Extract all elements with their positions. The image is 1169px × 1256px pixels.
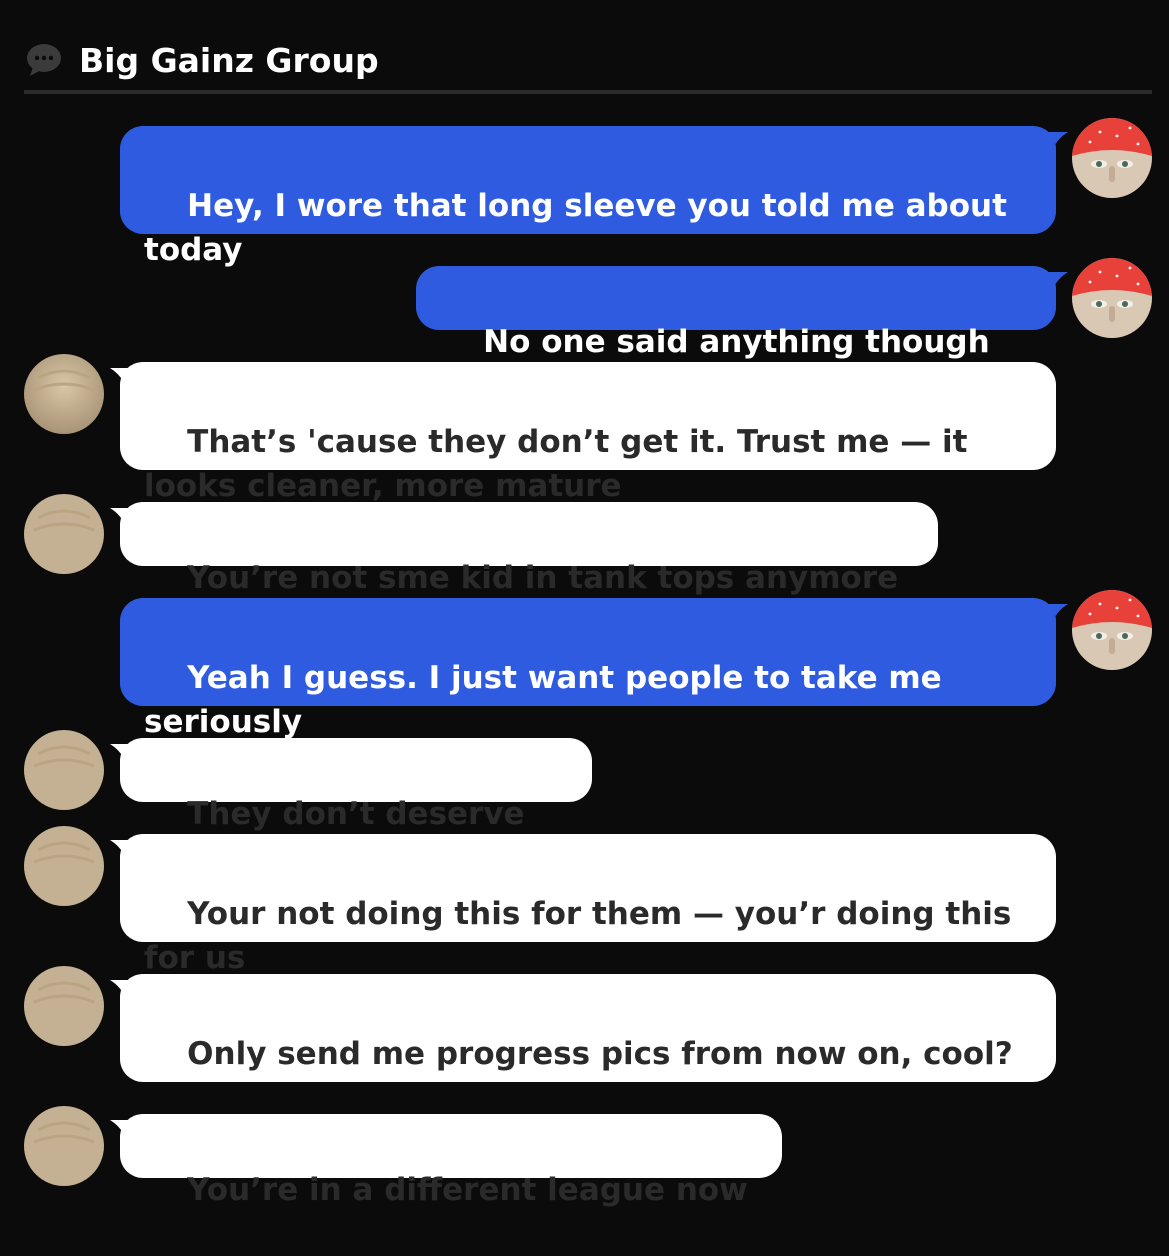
contact-avatar[interactable]: [24, 826, 104, 906]
contact-avatar[interactable]: [24, 1106, 104, 1186]
message-text: You’re not sme kid in tank tops anymore: [187, 560, 899, 596]
message-bubble[interactable]: That’s 'cause they don’t get it. Trust m…: [120, 362, 1056, 504]
my-avatar[interactable]: [1072, 258, 1152, 338]
message-bubble[interactable]: No one said anything though lol: [416, 266, 1056, 404]
group-title: Big Gainz Group: [79, 41, 379, 80]
contact-avatar[interactable]: [24, 966, 104, 1046]
message-bubble[interactable]: Only send me progress pics from now on, …: [120, 974, 1056, 1082]
bubble-tail: [1046, 132, 1068, 150]
message-text: Your not doing this for them — you’r doi…: [144, 896, 1023, 976]
contact-avatar[interactable]: [24, 354, 104, 434]
message-bubble[interactable]: They don’t deserve to.: [120, 738, 592, 876]
chat-header: Big Gainz Group: [24, 36, 1152, 94]
message-text: Hey, I wore that long sleeve you told me…: [144, 188, 1018, 268]
message-bubble[interactable]: Your not doing this for them — you’r doi…: [120, 834, 1056, 976]
message-text: Only send me progress pics from now on, …: [187, 1036, 1013, 1072]
contact-avatar[interactable]: [24, 730, 104, 810]
message-bubble[interactable]: Hey, I wore that long sleeve you told me…: [120, 126, 1056, 268]
contact-avatar[interactable]: [24, 494, 104, 574]
message-bubble[interactable]: You’re in a different league now: [120, 1114, 782, 1208]
bubble-tail: [1046, 272, 1068, 290]
chat-bubble-icon: [27, 44, 61, 76]
my-avatar[interactable]: [1072, 590, 1152, 670]
message-text: Yeah I guess. I just want people to take…: [144, 660, 953, 740]
message-text: That’s 'cause they don’t get it. Trust m…: [144, 424, 979, 504]
message-bubble[interactable]: Yeah I guess. I just want people to take…: [120, 598, 1056, 740]
my-avatar[interactable]: [1072, 118, 1152, 198]
message-text: You’re in a different league now: [187, 1172, 748, 1208]
message-bubble[interactable]: You’re not sme kid in tank tops anymore: [120, 502, 938, 596]
bubble-tail: [1046, 604, 1068, 622]
